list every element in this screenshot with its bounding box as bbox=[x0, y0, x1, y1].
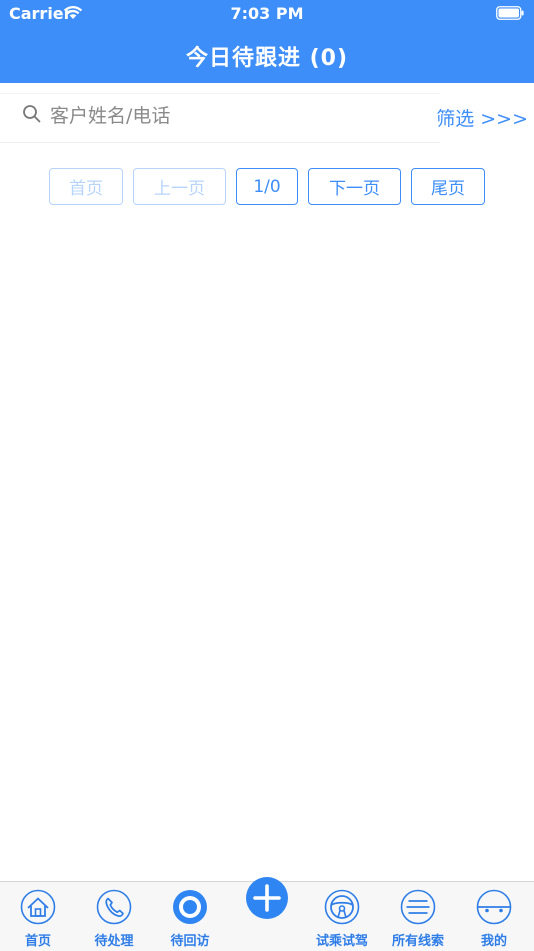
last-page-button[interactable]: 尾页 bbox=[411, 168, 485, 205]
target-icon bbox=[173, 890, 207, 924]
tab-home[interactable]: 首页 bbox=[0, 887, 76, 949]
tab-profile-label: 我的 bbox=[480, 934, 507, 949]
tab-revisit[interactable]: 待回访 bbox=[152, 887, 228, 949]
nav-header: Carrier 7:03 PM 今日待跟进 (0) bbox=[0, 0, 534, 83]
tab-all-leads[interactable]: 所有线索 bbox=[380, 887, 456, 949]
tab-home-label: 首页 bbox=[24, 934, 51, 949]
add-button[interactable] bbox=[246, 877, 288, 919]
first-page-button[interactable]: 首页 bbox=[49, 168, 123, 205]
battery-icon bbox=[496, 6, 524, 20]
tab-revisit-label: 待回访 bbox=[170, 934, 210, 949]
search-input[interactable] bbox=[50, 101, 430, 131]
steering-wheel-icon bbox=[324, 889, 360, 925]
status-time: 7:03 PM bbox=[230, 4, 304, 23]
filter-link[interactable]: 筛选 >>> bbox=[436, 104, 528, 131]
prev-page-button[interactable]: 上一页 bbox=[133, 168, 226, 205]
page-title: 今日待跟进 (0) bbox=[185, 46, 349, 71]
tab-all-leads-label: 所有线索 bbox=[391, 934, 444, 949]
page-indicator: 1/0 bbox=[236, 168, 298, 205]
search-icon bbox=[23, 105, 41, 123]
tab-test-drive[interactable]: 试乘试驾 bbox=[304, 887, 380, 949]
status-bar: Carrier 7:03 PM bbox=[0, 0, 534, 28]
phone-icon bbox=[96, 889, 132, 925]
home-icon bbox=[20, 889, 56, 925]
tab-pending-label: 待处理 bbox=[94, 934, 134, 949]
tab-pending[interactable]: 待处理 bbox=[76, 887, 152, 949]
list-icon bbox=[400, 889, 436, 925]
next-page-button[interactable]: 下一页 bbox=[308, 168, 401, 205]
tab-test-drive-label: 试乘试驾 bbox=[315, 934, 368, 949]
tab-profile[interactable]: 我的 bbox=[456, 887, 532, 949]
profile-icon bbox=[476, 889, 512, 925]
search-bar bbox=[0, 93, 440, 143]
plus-icon bbox=[253, 884, 281, 912]
pagination: 首页 上一页 1/0 下一页 尾页 bbox=[0, 168, 534, 208]
